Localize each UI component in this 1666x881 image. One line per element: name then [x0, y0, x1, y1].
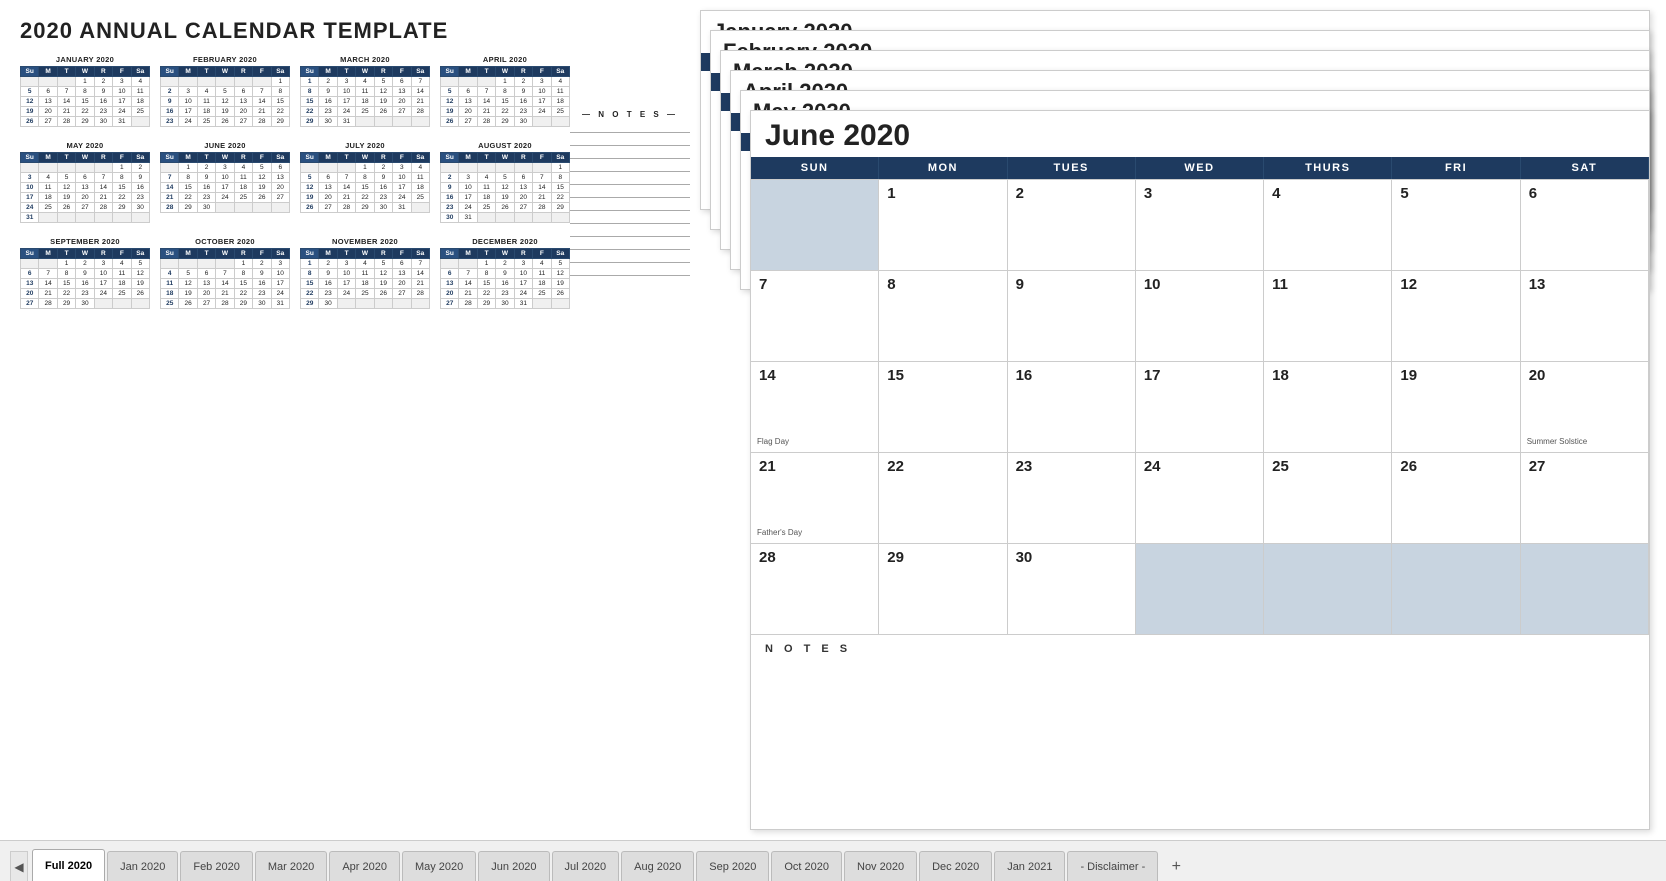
front-header-sun: SUN [751, 157, 879, 179]
front-cell-r3c6: 19 [1392, 362, 1520, 452]
front-notes-section: N O T E S [751, 634, 1649, 714]
tab-jul-2020[interactable]: Jul 2020 [552, 851, 620, 881]
front-cell-r5c2: 29 [879, 544, 1007, 634]
mini-cal-jan: JANUARY 2020 SuMTWRFSa 1234 567891011 12… [20, 55, 150, 127]
front-row-4: 21Father's Day 22 23 24 25 26 27 [751, 452, 1649, 543]
page-title: 2020 ANNUAL CALENDAR TEMPLATE [20, 18, 448, 44]
notes-section: — N O T E S — [570, 110, 690, 276]
notes-title: — N O T E S — [570, 110, 690, 119]
mini-cal-dec: DECEMBER 2020 SuMTWRFSa 12345 6789101112… [440, 237, 570, 309]
front-row-1: 1 2 3 4 5 6 [751, 179, 1649, 270]
front-cell-r4c2: 22 [879, 453, 1007, 543]
tab-feb-2020[interactable]: Feb 2020 [180, 851, 252, 881]
front-cell-r2c4: 10 [1136, 271, 1264, 361]
front-month-title: June 2020 [751, 111, 1649, 157]
front-row-3: 14Flag Day 15 16 17 18 19 20Summer Solst… [751, 361, 1649, 452]
front-cell-r5c3: 30 [1008, 544, 1136, 634]
front-cell-r3c5: 18 [1264, 362, 1392, 452]
front-cell-r1c4: 3 [1136, 180, 1264, 270]
front-cell-r4c5: 25 [1264, 453, 1392, 543]
front-cell-r3c3: 16 [1008, 362, 1136, 452]
mini-cal-jul: JULY 2020 SuMTWRFSa 1234 567891011 12131… [300, 141, 430, 223]
front-cell-r5c5 [1264, 544, 1392, 634]
tab-jan-2021[interactable]: Jan 2021 [994, 851, 1065, 881]
front-cell-r3c2: 15 [879, 362, 1007, 452]
tab-oct-2020[interactable]: Oct 2020 [771, 851, 842, 881]
front-cell-r5c6 [1392, 544, 1520, 634]
front-cell-r2c6: 12 [1392, 271, 1520, 361]
front-cell-r2c7: 13 [1521, 271, 1649, 361]
front-cell-r5c1: 28 [751, 544, 879, 634]
front-notes-label: N O T E S [765, 643, 1635, 655]
tab-apr-2020[interactable]: Apr 2020 [329, 851, 400, 881]
front-cell-r3c7: 20Summer Solstice [1521, 362, 1649, 452]
front-body: 1 2 3 4 5 6 7 8 9 10 11 12 13 [751, 179, 1649, 634]
front-cell-r5c7 [1521, 544, 1649, 634]
front-cell-r1c5: 4 [1264, 180, 1392, 270]
front-header-tues: TUES [1008, 157, 1136, 179]
front-cell-r4c3: 23 [1008, 453, 1136, 543]
front-cell-r1c7: 6 [1521, 180, 1649, 270]
front-cell-r2c2: 8 [879, 271, 1007, 361]
tab-bar: ◀ Full 2020 Jan 2020 Feb 2020 Mar 2020 A… [0, 840, 1666, 881]
mini-cal-feb: FEBRUARY 2020 SuMTWRFSa 1 2345678 910111… [160, 55, 290, 127]
tab-full-2020[interactable]: Full 2020 [32, 849, 105, 881]
front-cell-r2c5: 11 [1264, 271, 1392, 361]
front-header-thurs: THURS [1264, 157, 1392, 179]
front-row-5: 28 29 30 [751, 543, 1649, 634]
tab-dec-2020[interactable]: Dec 2020 [919, 851, 992, 881]
mini-cal-sep: SEPTEMBER 2020 SuMTWRFSa 12345 678910111… [20, 237, 150, 309]
front-cell-r2c3: 9 [1008, 271, 1136, 361]
stacked-calendars: January 2020 SUNMONTUESWEDTHURSFRISAT Fe… [700, 10, 1650, 830]
front-header-wed: WED [1136, 157, 1264, 179]
stacked-cal-june-front: June 2020 SUN MON TUES WED THURS FRI SAT… [750, 110, 1650, 830]
tab-may-2020[interactable]: May 2020 [402, 851, 476, 881]
mini-cal-mar: MARCH 2020 SuMTWRFSa 1234567 89101112131… [300, 55, 430, 127]
tab-aug-2020[interactable]: Aug 2020 [621, 851, 694, 881]
front-header-row: SUN MON TUES WED THURS FRI SAT [751, 157, 1649, 179]
front-row-2: 7 8 9 10 11 12 13 [751, 270, 1649, 361]
mini-cal-may: MAY 2020 SuMTWRFSa 12 3456789 1011121314… [20, 141, 150, 223]
front-cell-r3c1: 14Flag Day [751, 362, 879, 452]
front-cell-r1c6: 5 [1392, 180, 1520, 270]
front-cell-r1c1 [751, 180, 879, 270]
tab-jun-2020[interactable]: Jun 2020 [478, 851, 549, 881]
tab-disclaimer[interactable]: - Disclaimer - [1067, 851, 1158, 881]
front-header-mon: MON [879, 157, 1007, 179]
front-cell-r4c7: 27 [1521, 453, 1649, 543]
front-cell-r4c6: 26 [1392, 453, 1520, 543]
mini-cal-apr: APRIL 2020 SuMTWRFSa 1234 567891011 1213… [440, 55, 570, 127]
mini-cal-oct: OCTOBER 2020 SuMTWRFSa 123 45678910 1112… [160, 237, 290, 309]
mini-cal-aug: AUGUST 2020 SuMTWRFSa 1 2345678 91011121… [440, 141, 570, 223]
front-cell-r4c1: 21Father's Day [751, 453, 879, 543]
front-cell-r3c4: 17 [1136, 362, 1264, 452]
front-cell-r4c4: 24 [1136, 453, 1264, 543]
annual-row-1: JANUARY 2020 SuMTWRFSa 1234 567891011 12… [20, 55, 680, 127]
add-tab-button[interactable]: + [1164, 853, 1188, 881]
tab-jan-2020[interactable]: Jan 2020 [107, 851, 178, 881]
front-header-fri: FRI [1392, 157, 1520, 179]
annual-grid: JANUARY 2020 SuMTWRFSa 1234 567891011 12… [20, 55, 680, 323]
front-cell-r2c1: 7 [751, 271, 879, 361]
tab-mar-2020[interactable]: Mar 2020 [255, 851, 327, 881]
notes-lines [570, 123, 690, 276]
tab-prev-btn[interactable]: ◀ [10, 851, 28, 881]
mini-cal-nov: NOVEMBER 2020 SuMTWRFSa 1234567 89101112… [300, 237, 430, 309]
tab-nov-2020[interactable]: Nov 2020 [844, 851, 917, 881]
tab-sep-2020[interactable]: Sep 2020 [696, 851, 769, 881]
front-cell-r1c2: 1 [879, 180, 1007, 270]
front-cell-r5c4 [1136, 544, 1264, 634]
front-cell-r1c3: 2 [1008, 180, 1136, 270]
main-area: 2020 ANNUAL CALENDAR TEMPLATE JANUARY 20… [0, 0, 1666, 840]
mini-cal-jun: JUNE 2020 SuMTWRFSa 123456 78910111213 1… [160, 141, 290, 223]
front-header-sat: SAT [1521, 157, 1649, 179]
